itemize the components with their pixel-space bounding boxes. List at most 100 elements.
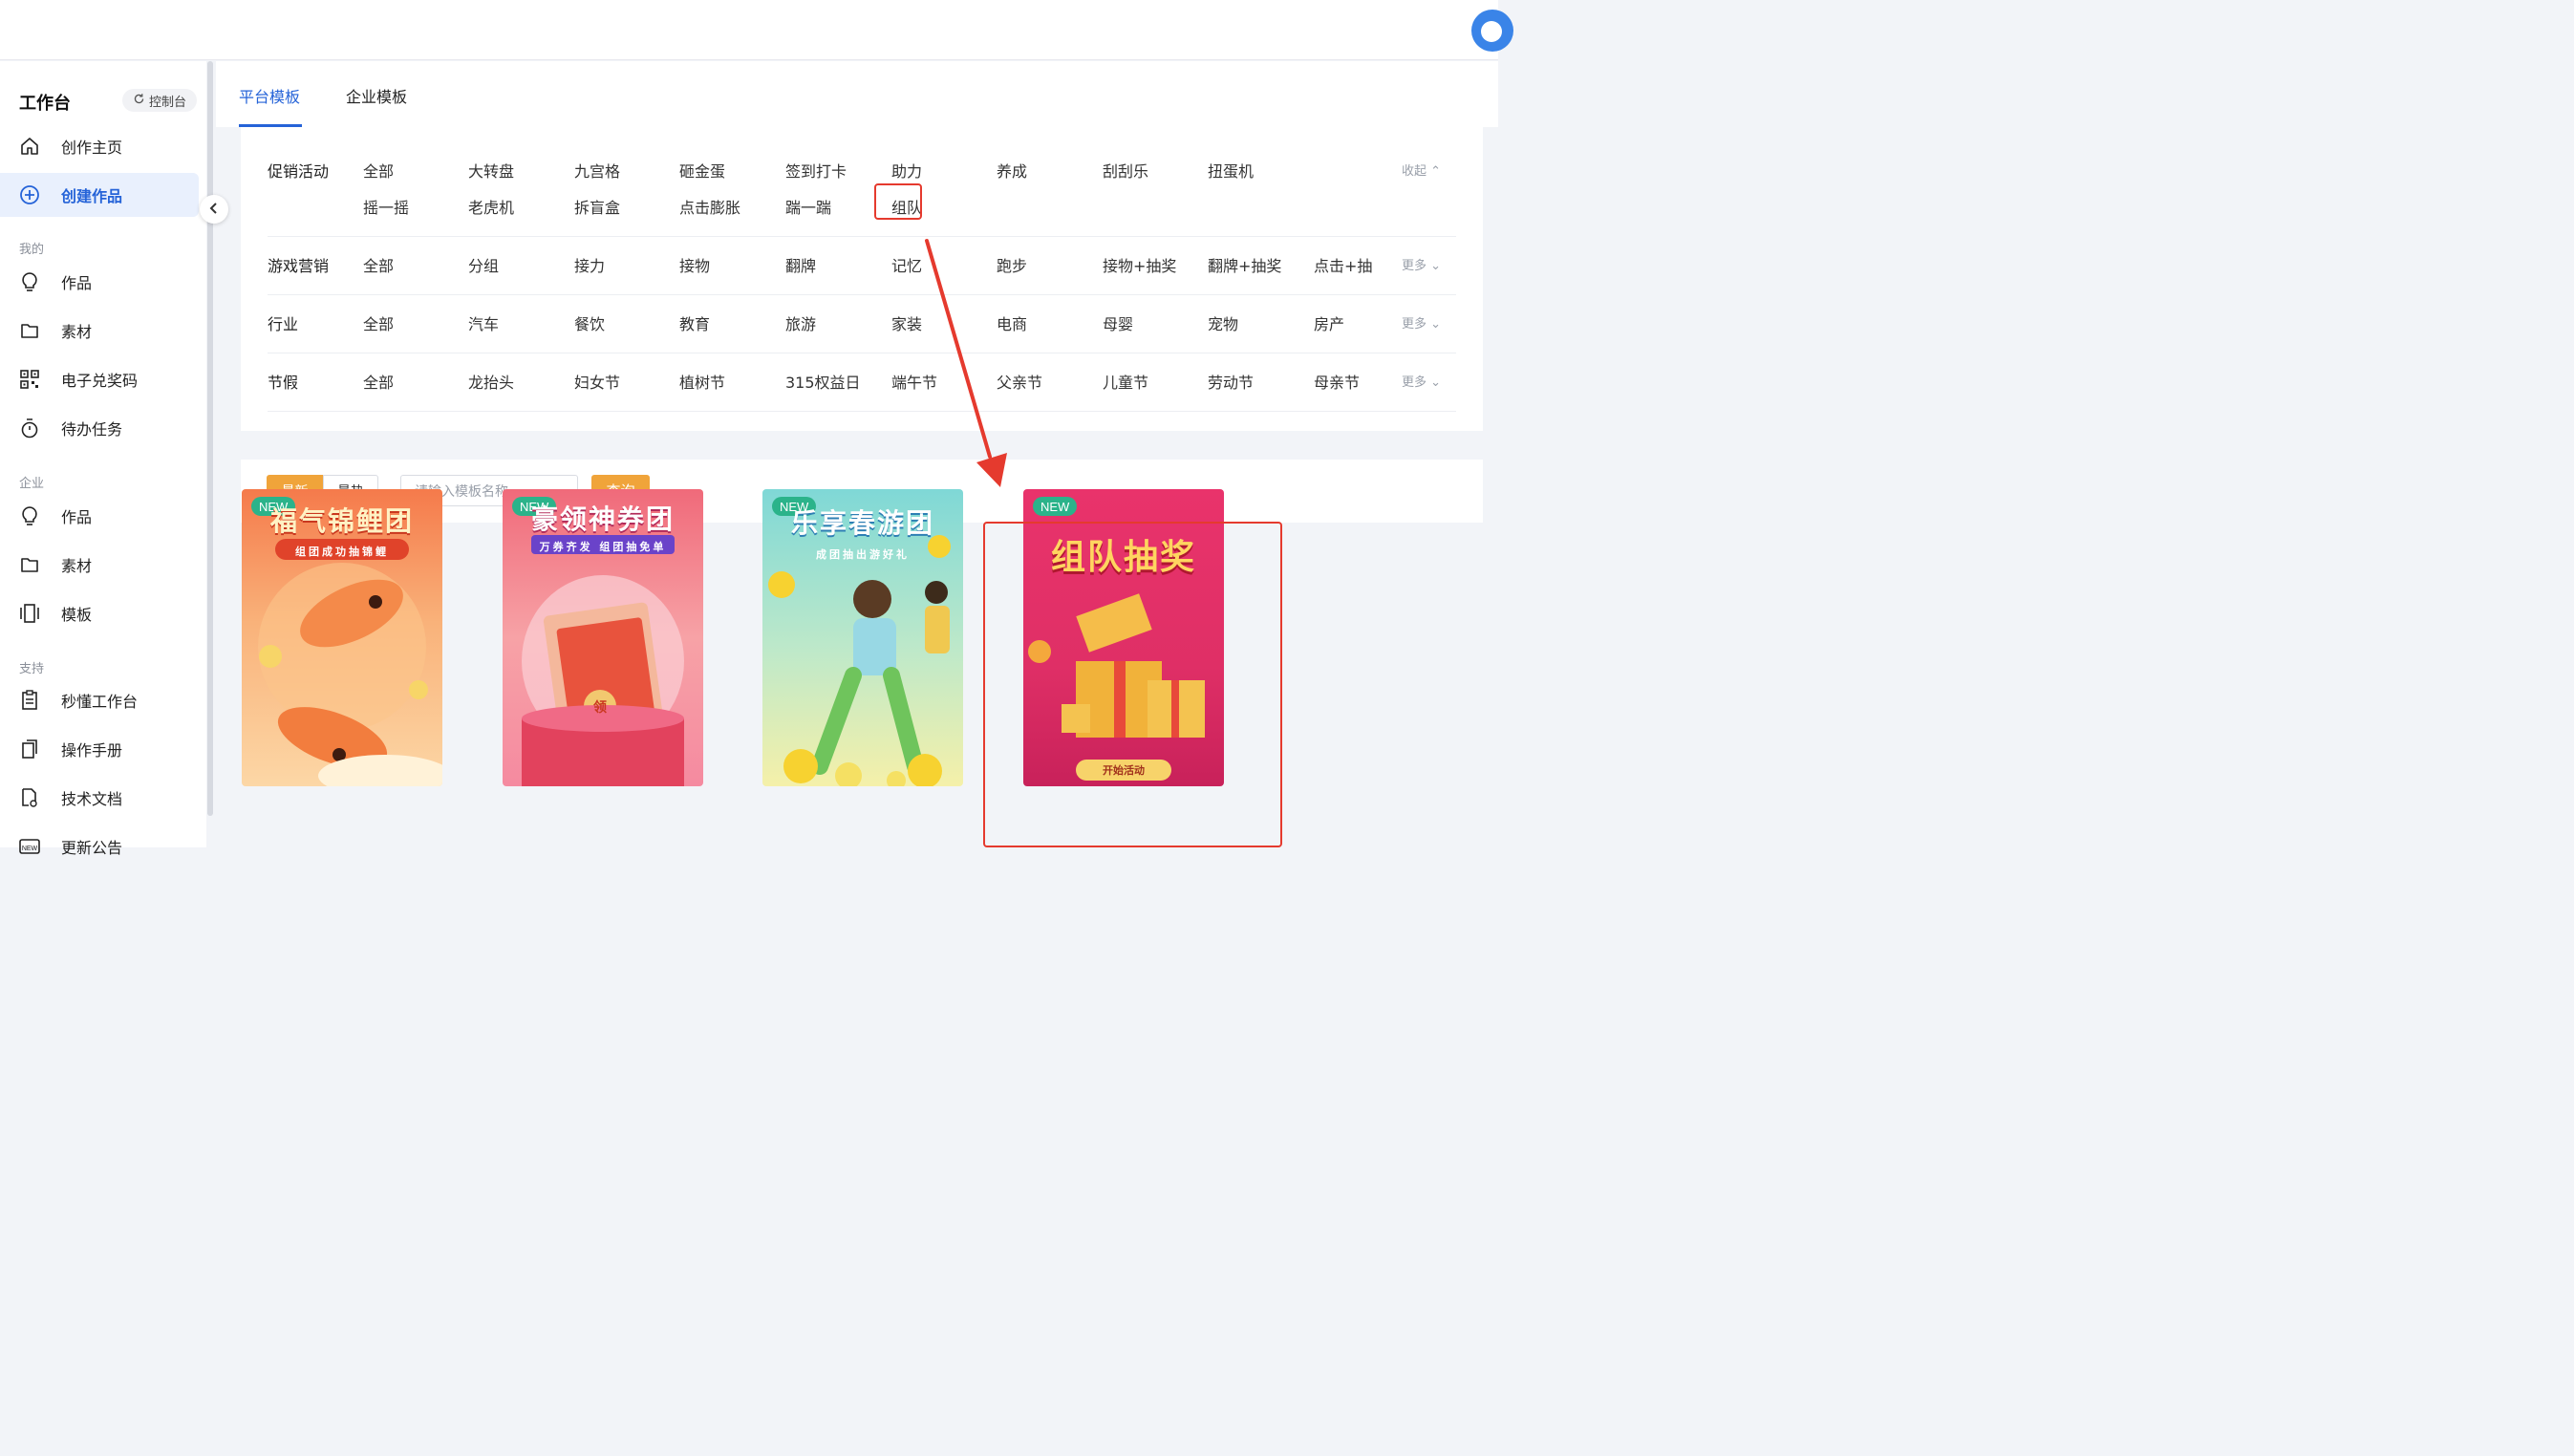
filter-option[interactable]: 母亲节 [1314,370,1360,393]
filter-option[interactable]: 全部 [363,159,394,182]
filter-option[interactable]: 跑步 [997,253,1027,276]
filter-option[interactable]: 电商 [997,311,1027,334]
sidebar-item-my-assets[interactable]: 素材 [0,309,199,353]
filter-option[interactable]: 宠物 [1208,311,1238,334]
filter-option[interactable]: 翻牌+抽奖 [1208,253,1281,276]
coupon-claim-label: 领 [593,700,607,716]
filter-option[interactable]: 踹一踹 [785,195,831,218]
sidebar-item-create[interactable]: 创建作品 [0,173,199,217]
stopwatch-icon [19,418,40,439]
filter-label: 节假 [268,374,299,392]
sidebar-item-manual[interactable]: 操作手册 [0,727,199,771]
filter-option[interactable]: 全部 [363,311,394,334]
sidebar-item-label: 电子兑奖码 [61,372,139,390]
refresh-icon [133,93,145,109]
filter-option[interactable]: 扭蛋机 [1208,159,1254,182]
filter-option[interactable]: 接力 [574,253,605,276]
console-button[interactable]: 控制台 [122,89,197,112]
sidebar-item-label: 创建作品 [61,187,123,205]
sidebar-item-label: 素材 [61,323,93,341]
sidebar-item-home[interactable]: 创作主页 [0,124,199,168]
sidebar-item-label: 操作手册 [61,741,123,760]
top-bar [0,0,1513,60]
filter-option[interactable]: 养成 [997,159,1027,182]
filter-option[interactable]: 接物+抽奖 [1103,253,1176,276]
group-title-support: 支持 [19,662,45,676]
sidebar-item-label: 更新公告 [61,839,123,857]
collapse-toggle[interactable]: 收起 ⌃ [1402,161,1441,179]
filter-option[interactable]: 老虎机 [468,195,514,218]
filter-option[interactable]: 记忆 [891,253,922,276]
filter-option[interactable]: 餐饮 [574,311,605,334]
filter-option[interactable]: 全部 [363,370,394,393]
filter-option[interactable]: 父亲节 [997,370,1042,393]
sidebar-item-label: 秒懂工作台 [61,693,139,711]
filter-option[interactable]: 植树节 [679,370,725,393]
sidebar-item-ent-templates[interactable]: 模板 [0,591,199,635]
filter-option[interactable]: 家装 [891,311,922,334]
filter-option[interactable]: 汽车 [468,311,499,334]
more-toggle[interactable]: 更多 ⌄ [1402,313,1441,332]
filter-option[interactable]: 全部 [363,253,394,276]
sidebar-item-my-works[interactable]: 作品 [0,260,199,304]
filter-option[interactable]: 房产 [1314,311,1344,334]
filter-option[interactable]: 旅游 [785,311,816,334]
filter-option[interactable]: 端午节 [891,370,937,393]
filter-option[interactable]: 接物 [679,253,710,276]
filter-row-industry: 行业 全部 汽车 餐饮 教育 旅游 家装 电商 母婴 宠物 房产 更多 ⌄ [268,295,1456,353]
filter-option[interactable]: 分组 [468,253,499,276]
filter-option[interactable]: 点击膨胀 [679,195,740,218]
card-title: 福气锦鲤团 [269,505,414,537]
tab-enterprise-templates[interactable]: 企业模板 [346,84,407,107]
more-toggle[interactable]: 更多 ⌄ [1402,372,1441,390]
filter-option[interactable]: 砸金蛋 [679,159,725,182]
filter-option[interactable]: 母婴 [1103,311,1133,334]
filter-option[interactable]: 315权益日 [785,370,861,393]
card-title: 豪领神券团 [530,503,675,535]
more-toggle[interactable]: 更多 ⌄ [1402,255,1441,273]
sidebar-item-ent-works[interactable]: 作品 [0,494,199,538]
filter-option[interactable]: 拆盲盒 [574,195,620,218]
workspace-title: 工作台 [19,94,71,114]
sidebar-item-label: 模板 [61,606,93,624]
filter-option[interactable]: 九宫格 [574,159,620,182]
filter-row-holiday: 节假 全部 龙抬头 妇女节 植树节 315权益日 端午节 父亲节 儿童节 劳动节… [268,353,1456,412]
filter-option[interactable]: 儿童节 [1103,370,1148,393]
card-subtitle: 万券齐发 组团抽免单 [539,541,667,553]
filter-option[interactable]: 签到打卡 [785,159,847,182]
tab-platform-templates[interactable]: 平台模板 [239,84,300,107]
sidebar-item-updates[interactable]: NEW 更新公告 [0,824,199,868]
template-card-coupon[interactable]: NEW 豪领神券团 万券齐发 组团抽免单 领 [503,489,703,786]
svg-text:NEW: NEW [22,846,38,852]
card-title: 乐享春游团 [790,507,934,539]
filter-option[interactable]: 翻牌 [785,253,816,276]
filter-option[interactable]: 刮刮乐 [1103,159,1148,182]
filter-option[interactable]: 点击+抽奖 [1314,253,1373,276]
group-title-mine: 我的 [19,243,45,257]
sidebar-item-ent-assets[interactable]: 素材 [0,543,199,587]
sidebar-scrollbar[interactable] [206,61,214,847]
group-title-enterprise: 企业 [19,477,45,491]
filter-option[interactable]: 龙抬头 [468,370,514,393]
card-subtitle: 成团抽出游好礼 [816,548,910,561]
sidebar-item-redeem-codes[interactable]: 电子兑奖码 [0,357,199,401]
home-icon [19,136,40,157]
sidebar-item-label: 待办任务 [61,420,123,439]
template-card-koi[interactable]: NEW 福气锦鲤团 组团成功抽锦鲤 [242,489,442,786]
filter-option[interactable]: 大转盘 [468,159,514,182]
collapse-sidebar-button[interactable] [200,195,228,224]
sidebar-item-label: 作品 [61,274,93,292]
template-card-spring-trip[interactable]: NEW 乐享春游团 成团抽出游好礼 [762,489,963,786]
filter-option[interactable]: 劳动节 [1208,370,1254,393]
sidebar-item-todo[interactable]: 待办任务 [0,406,199,450]
sidebar: 工作台 控制台 创作主页 创建作品 我的 作品 素材 电子兑奖码 待办任务 企业… [0,61,206,857]
filter-option[interactable]: 妇女节 [574,370,620,393]
filter-option[interactable]: 助力 [891,159,922,182]
filter-option[interactable]: 摇一摇 [363,195,409,218]
filter-option[interactable]: 教育 [679,311,710,334]
sidebar-item-quick-guide[interactable]: 秒懂工作台 [0,678,199,722]
sidebar-item-tech-docs[interactable]: 技术文档 [0,776,199,820]
avatar[interactable] [1471,10,1513,52]
template-tabs: 平台模板 企业模板 [216,61,1498,127]
bulb-icon [19,271,40,292]
